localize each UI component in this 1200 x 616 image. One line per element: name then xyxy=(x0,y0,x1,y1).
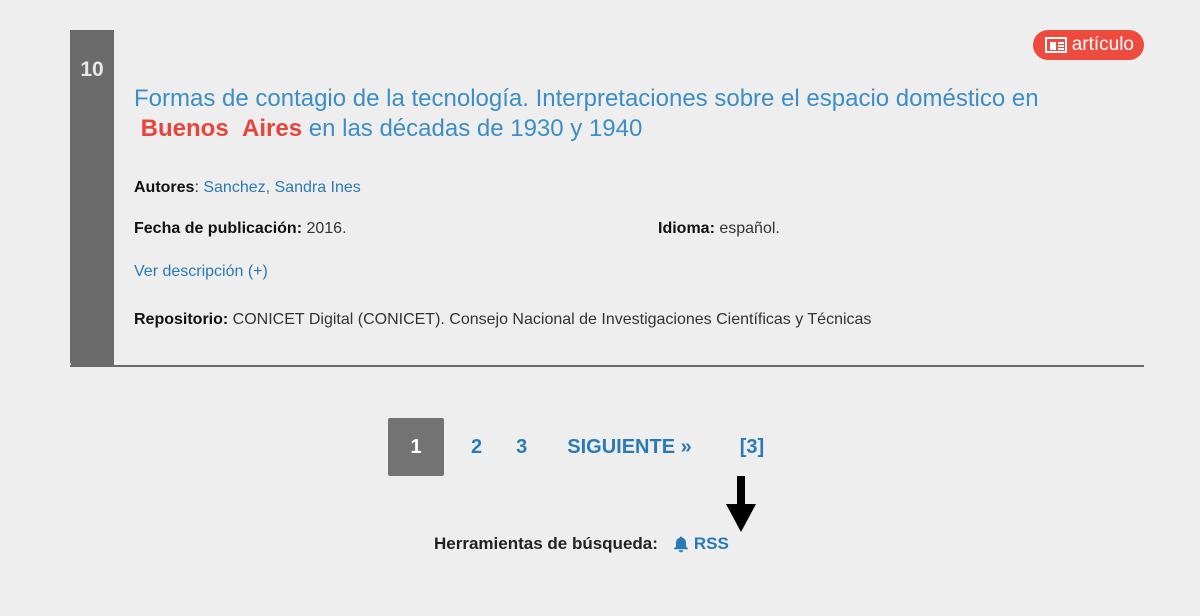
next-page-link[interactable]: SIGUIENTE » xyxy=(552,436,706,459)
rss-label: RSS xyxy=(693,534,729,553)
result-title-link[interactable]: Formas de contagio de la tecnología. Int… xyxy=(134,84,1124,144)
pagination: 1 2 3 SIGUIENTE » [3] xyxy=(388,418,779,476)
autores-label: Autores xyxy=(134,179,195,196)
title-text-part2: en las décadas de 1930 y 1940 xyxy=(302,115,643,142)
search-tools-label: Herramientas de búsqueda: xyxy=(434,534,658,553)
last-page-link[interactable]: [3] xyxy=(725,436,779,459)
field-idioma: Idioma: español. xyxy=(658,220,780,238)
page-link-2[interactable]: 2 xyxy=(456,436,497,459)
field-fecha: Fecha de publicación: 2016. xyxy=(134,220,347,238)
result-number-column: 10 xyxy=(70,30,114,367)
arrow-down-icon xyxy=(726,476,756,532)
title-highlight-aires: Aires xyxy=(242,115,303,142)
idioma-label: Idioma: xyxy=(658,220,715,237)
page-link-3[interactable]: 3 xyxy=(501,436,542,459)
field-repositorio: Repositorio: CONICET Digital (CONICET). … xyxy=(134,311,871,329)
author-link[interactable]: Sanchez, Sandra Ines xyxy=(203,179,360,196)
newspaper-icon xyxy=(1044,37,1067,53)
title-text-part1: Formas de contagio de la tecnología. Int… xyxy=(134,85,1039,112)
search-results-page: 10 artículo Formas de contagio de la tec… xyxy=(0,0,1200,616)
field-descripcion: Ver descripción (+) xyxy=(134,263,268,281)
fecha-value: 2016. xyxy=(306,220,347,237)
result-number: 10 xyxy=(80,58,104,81)
repositorio-label: Repositorio: xyxy=(134,311,229,328)
idioma-value: español. xyxy=(719,220,780,237)
type-badge-label: artículo xyxy=(1071,34,1134,55)
rss-link[interactable]: RSS xyxy=(672,534,729,554)
type-badge: artículo xyxy=(1032,30,1144,60)
title-highlight-buenos: Buenos xyxy=(140,115,229,142)
bell-icon xyxy=(673,536,688,553)
fecha-label: Fecha de publicación: xyxy=(134,220,303,237)
result-card: 10 artículo Formas de contagio de la tec… xyxy=(70,30,1144,367)
search-tools: Herramientas de búsqueda: RSS xyxy=(434,534,729,554)
ver-descripcion-link[interactable]: Ver descripción (+) xyxy=(134,263,268,280)
repositorio-value: CONICET Digital (CONICET). Consejo Nacio… xyxy=(232,311,872,328)
field-autores: Autores: Sanchez, Sandra Ines xyxy=(134,179,361,196)
page-current: 1 xyxy=(388,418,444,476)
